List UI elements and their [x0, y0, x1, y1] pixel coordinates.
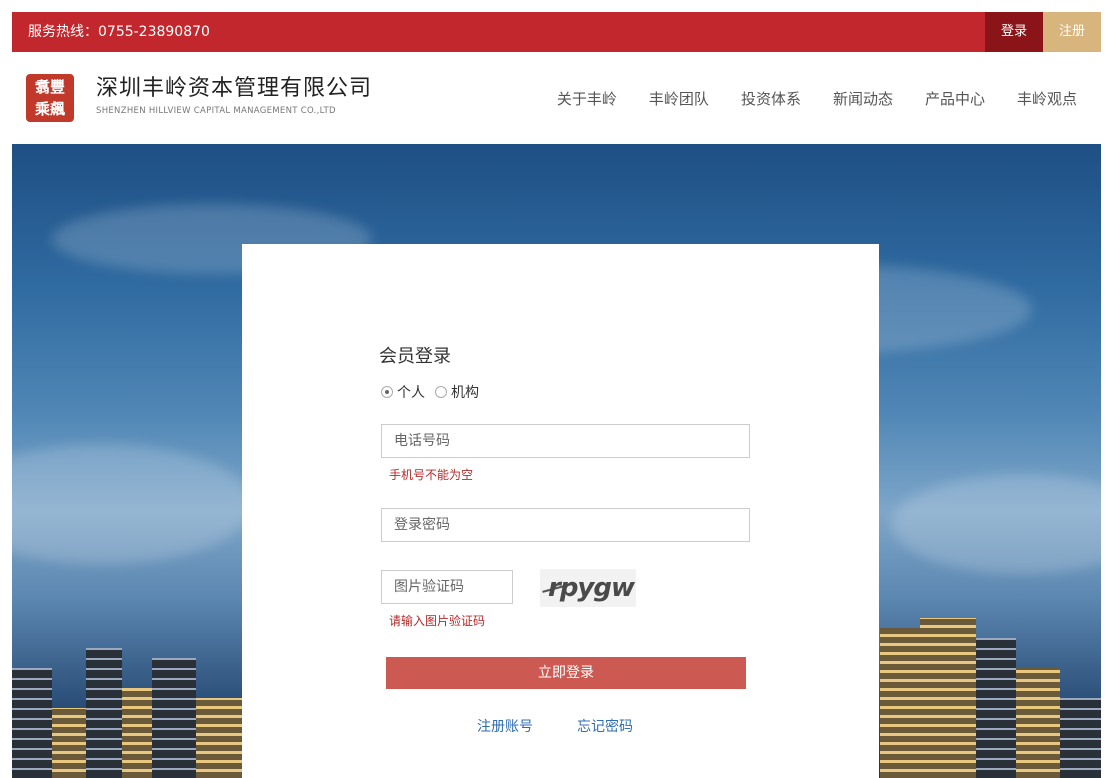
login-card: 会员登录 个人 机构 电话号码 手机号不能为空 登录密码 图片验证码 rpygw… — [242, 244, 879, 778]
radio-institution-label[interactable]: 机构 — [451, 382, 479, 402]
building — [196, 698, 242, 778]
building — [122, 688, 152, 778]
member-type-radio-group: 个人 机构 — [381, 382, 489, 402]
phone-error-message: 手机号不能为空 — [389, 468, 474, 482]
building — [152, 658, 196, 778]
captcha-error-message: 请输入图片验证码 — [389, 614, 486, 628]
radio-institution[interactable] — [435, 386, 447, 398]
top-login-button[interactable]: 登录 — [985, 12, 1043, 52]
main-nav: 关于丰岭 丰岭团队 投资体系 新闻动态 产品中心 丰岭观点 — [557, 88, 1077, 109]
cloud — [12, 444, 252, 564]
captcha-image[interactable]: rpygw — [540, 569, 636, 607]
nav-item-investment[interactable]: 投资体系 — [741, 88, 801, 109]
building — [52, 708, 86, 778]
nav-item-views[interactable]: 丰岭观点 — [1017, 88, 1077, 109]
company-name-en: SHENZHEN HILLVIEW CAPITAL MANAGEMENT CO.… — [96, 106, 336, 116]
nav-item-about[interactable]: 关于丰岭 — [557, 88, 617, 109]
register-account-link[interactable]: 注册账号 — [477, 716, 533, 736]
top-register-button[interactable]: 注册 — [1043, 12, 1101, 52]
building — [12, 668, 52, 778]
top-bar: 服务热线：0755-23890870 登录 注册 — [12, 12, 1101, 52]
login-submit-button[interactable]: 立即登录 — [386, 657, 746, 689]
password-input[interactable]: 登录密码 — [381, 508, 750, 542]
company-name-cn: 深圳丰岭资本管理有限公司 — [96, 76, 373, 101]
phone-input[interactable]: 电话号码 — [381, 424, 750, 458]
building — [1060, 698, 1101, 778]
login-title: 会员登录 — [379, 346, 451, 367]
building — [976, 638, 1016, 778]
captcha-text: rpygw — [548, 573, 635, 603]
nav-item-products[interactable]: 产品中心 — [925, 88, 985, 109]
nav-item-news[interactable]: 新闻动态 — [833, 88, 893, 109]
nav-item-team[interactable]: 丰岭团队 — [649, 88, 709, 109]
site-header: 翥豐 乘飆 深圳丰岭资本管理有限公司 SHENZHEN HILLVIEW CAPI… — [12, 52, 1101, 144]
service-hotline: 服务热线：0755-23890870 — [28, 24, 210, 40]
building — [920, 618, 976, 778]
company-logo[interactable]: 翥豐 乘飆 — [26, 74, 74, 122]
forgot-password-link[interactable]: 忘记密码 — [577, 716, 633, 736]
building — [1016, 668, 1060, 778]
building — [880, 628, 920, 778]
cloud — [892, 474, 1101, 574]
building — [86, 648, 122, 778]
radio-personal-label[interactable]: 个人 — [397, 382, 425, 402]
captcha-input[interactable]: 图片验证码 — [381, 570, 513, 604]
radio-personal[interactable] — [381, 386, 393, 398]
login-links: 注册账号 忘记密码 — [477, 716, 633, 736]
